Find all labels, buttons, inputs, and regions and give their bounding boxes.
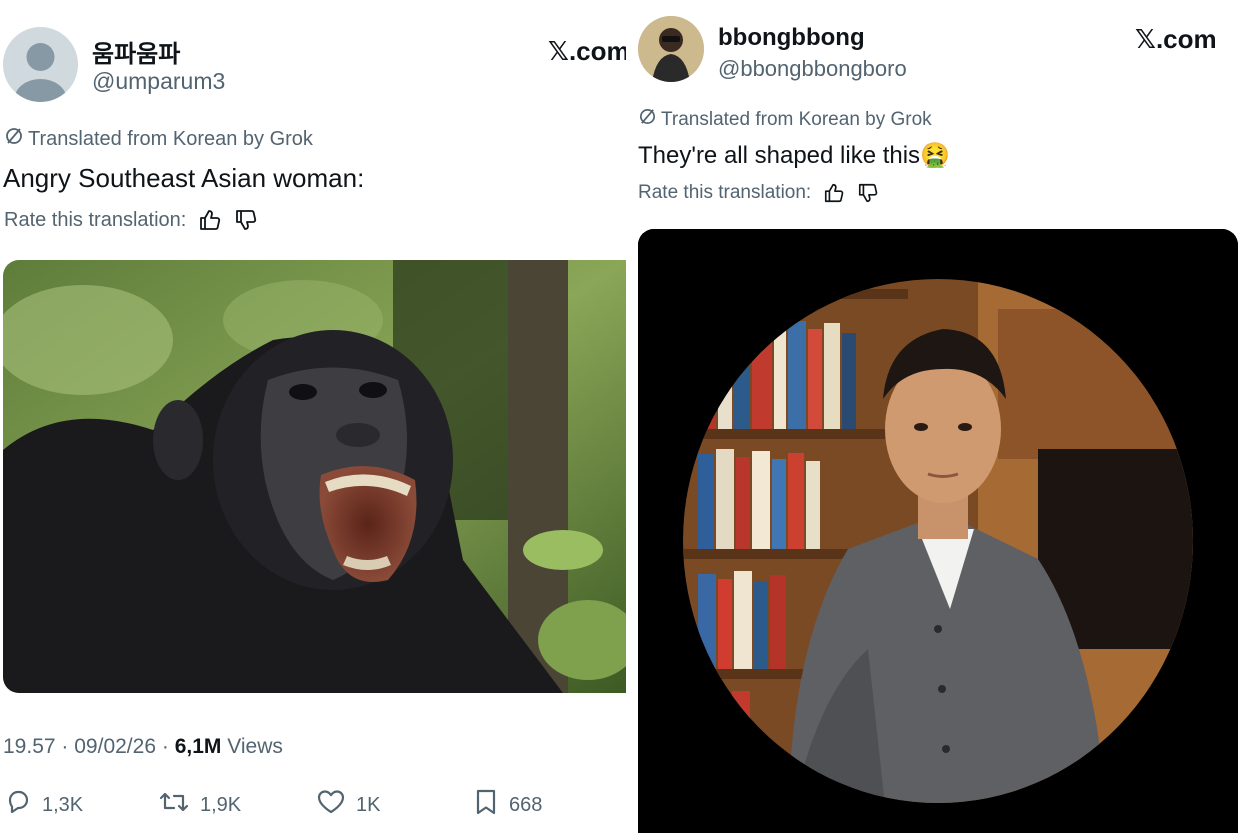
tweet-text: They're all shaped like this🤮: [638, 141, 950, 170]
translated-text: Translated from Korean by Grok: [661, 108, 932, 130]
thumbs-down-icon[interactable]: [234, 208, 258, 232]
user-handle[interactable]: @bbongbbongboro: [718, 56, 907, 82]
repost-count: 1,9K: [200, 793, 242, 816]
rate-label: Rate this translation:: [4, 208, 187, 231]
translated-label: Translated from Korean by Grok: [4, 126, 313, 152]
views-count: 6,1M: [174, 735, 222, 758]
chimpanzee-photo[interactable]: [3, 260, 626, 693]
tweet-text-content: They're all shaped like this: [638, 142, 921, 169]
separator: ·: [61, 735, 69, 758]
thumbs-up-icon[interactable]: [823, 182, 845, 204]
like-count: 1K: [356, 793, 381, 816]
translate-icon: [4, 126, 24, 152]
rate-translation-row: Rate this translation:: [4, 208, 258, 232]
translate-icon: [638, 107, 657, 132]
reply-count: 1,3K: [42, 793, 84, 816]
x-logo-watermark: 𝕏.com: [548, 36, 626, 66]
x-logo-watermark: 𝕏.com: [1135, 24, 1217, 54]
bookmark-button[interactable]: 668: [473, 788, 542, 822]
thumbs-up-icon[interactable]: [198, 208, 222, 232]
nauseated-face-emoji: 🤮: [920, 141, 950, 169]
bookmark-count: 668: [509, 793, 543, 816]
user-avatar[interactable]: [638, 16, 704, 82]
rate-label: Rate this translation:: [638, 182, 812, 203]
separator: ·: [161, 735, 169, 758]
tweet-meta: 19.57 · 09/02/26 · 6,1M Views: [3, 735, 283, 759]
left-tweet-panel: 움파움파 @umparum3 𝕏.com Translated from Kor…: [0, 0, 626, 833]
right-tweet-panel: bbongbbong @bbongbbongboro 𝕏.com Transla…: [628, 0, 1250, 833]
tweet-time[interactable]: 19.57: [3, 735, 56, 758]
user-handle[interactable]: @umparum3: [92, 68, 225, 95]
display-name[interactable]: bbongbbong: [718, 24, 865, 52]
reply-button[interactable]: 1,3K: [4, 788, 83, 822]
thumbs-down-icon[interactable]: [857, 182, 879, 204]
like-button[interactable]: 1K: [316, 788, 380, 822]
default-avatar[interactable]: [3, 27, 78, 102]
views-label: Views: [227, 735, 283, 758]
tweet-text: Angry Southeast Asian woman:: [3, 163, 365, 193]
repost-icon: [158, 788, 190, 822]
repost-button[interactable]: 1,9K: [158, 788, 241, 822]
translated-label: Translated from Korean by Grok: [638, 107, 932, 132]
translated-text: Translated from Korean by Grok: [28, 127, 313, 150]
man-bookshelf-photo[interactable]: [638, 229, 1238, 833]
heart-icon: [316, 788, 346, 822]
reply-icon: [4, 788, 32, 822]
bookmark-icon: [473, 788, 499, 822]
tweet-date[interactable]: 09/02/26: [74, 735, 156, 758]
rate-translation-row: Rate this translation:: [638, 182, 879, 204]
display-name[interactable]: 움파움파: [92, 34, 180, 69]
